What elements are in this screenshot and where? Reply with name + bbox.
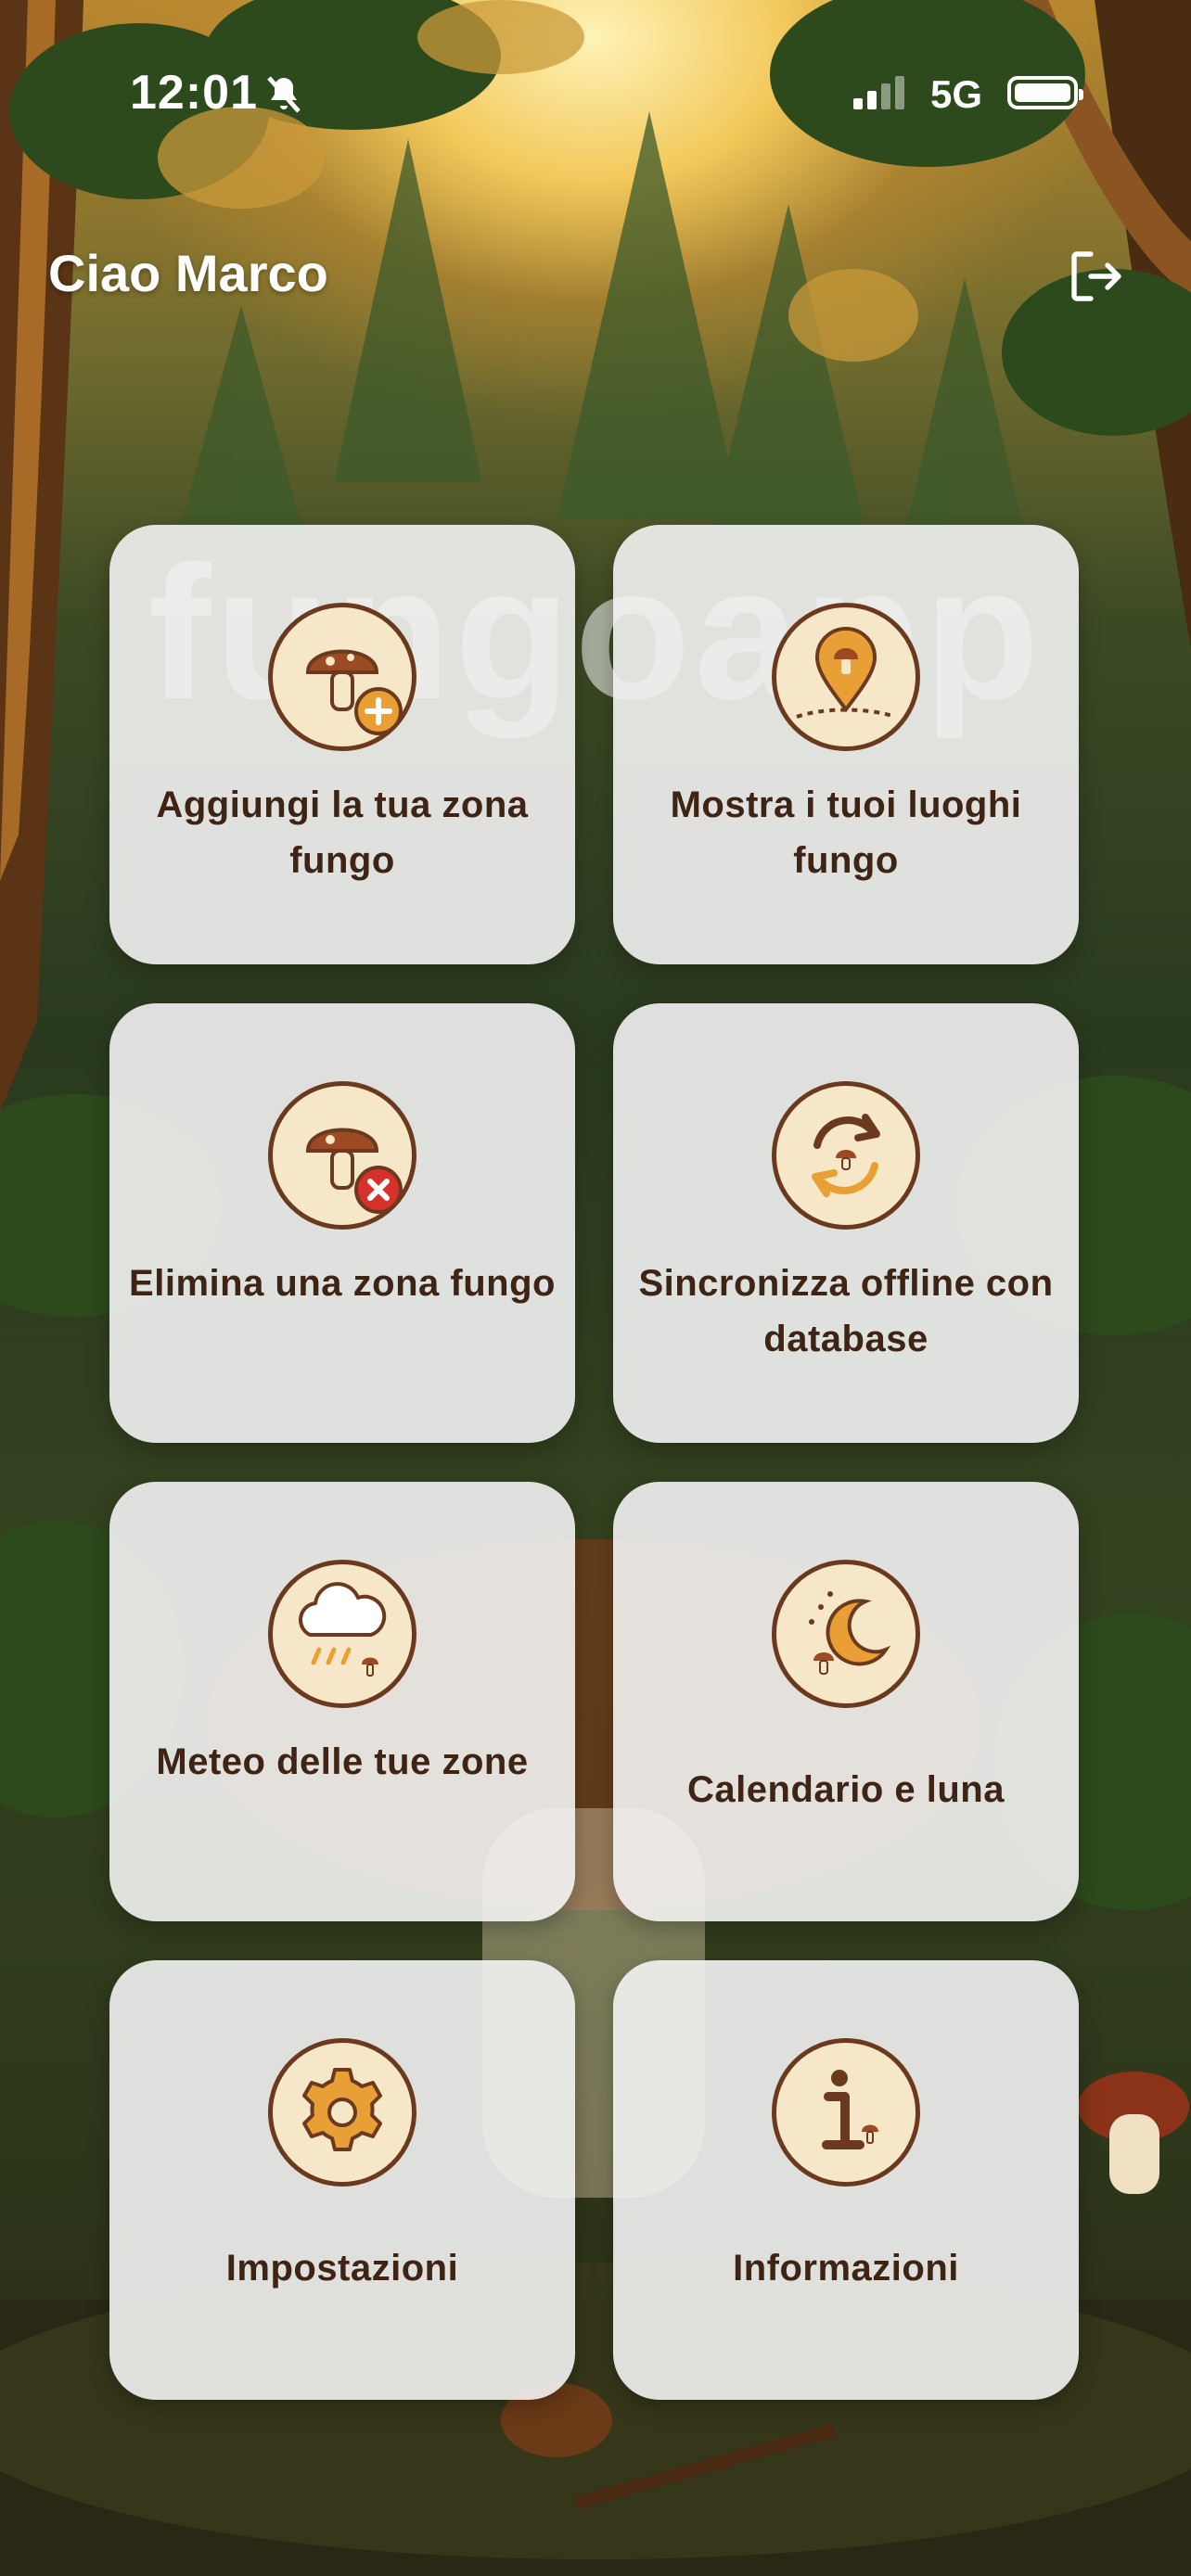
greeting-title: Ciao Marco [48,244,328,302]
tile-label: Aggiungi la tua zona fungo [156,784,529,881]
info-icon [772,2038,920,2187]
moon-calendar-icon [772,1560,920,1708]
status-time: 12:01 [130,66,258,120]
sync-tile[interactable]: Sincronizza offline con database [613,1003,1079,1443]
weather-tile[interactable]: Meteo delle tue zone [109,1482,575,1921]
map-pin-mushroom-icon [772,603,920,751]
logout-icon[interactable] [1063,243,1130,310]
settings-tile[interactable]: Impostazioni [109,1960,575,2400]
status-bar: 12:01 5G [0,0,1191,195]
battery-icon [1007,76,1083,109]
tile-label: Informazioni [733,2248,959,2289]
network-type: 5G [930,72,983,116]
sync-icon [772,1081,920,1230]
add-mushroom-zone-icon [268,603,416,751]
silent-bell-icon [267,76,301,113]
info-tile[interactable]: Informazioni [613,1960,1079,2400]
tile-label: Meteo delle tue zone [156,1741,529,1782]
show-places-tile[interactable]: Mostra i tuoi luoghi fungo [613,525,1079,964]
calendar-moon-tile[interactable]: Calendario e luna [613,1482,1079,1921]
delete-mushroom-zone-icon [268,1081,416,1230]
tile-label: Sincronizza offline con database [638,1263,1054,1359]
tile-label: Calendario e luna [687,1769,1005,1810]
weather-rain-icon [268,1560,416,1708]
add-zone-tile[interactable]: Aggiungi la tua zona fungo [109,525,575,964]
tile-label: Elimina una zona fungo [129,1263,556,1304]
gear-icon [268,2038,416,2187]
tile-label: Impostazioni [225,2248,459,2289]
tile-label: Mostra i tuoi luoghi fungo [670,784,1022,881]
cellular-signal-icon [853,76,904,109]
delete-zone-tile[interactable]: Elimina una zona fungo [109,1003,575,1443]
